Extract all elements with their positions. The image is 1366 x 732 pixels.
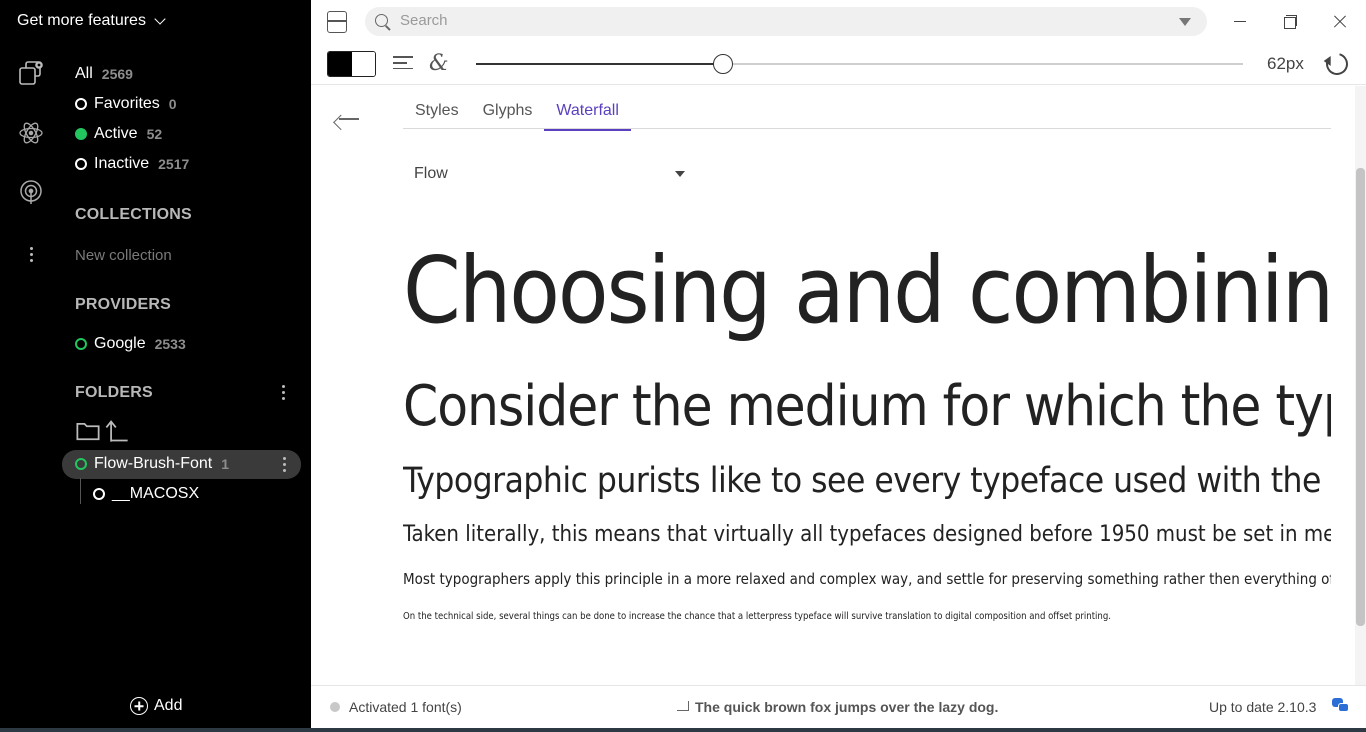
sidebar-item-inactive[interactable]: Inactive 2517 xyxy=(75,155,189,173)
tree-line xyxy=(80,478,81,504)
sidebar-item-active[interactable]: Active 52 xyxy=(75,125,162,143)
library-icon[interactable] xyxy=(18,60,44,86)
font-size-slider[interactable] xyxy=(476,54,1243,74)
tab-styles[interactable]: Styles xyxy=(403,86,471,129)
search-dropdown-icon[interactable] xyxy=(1179,18,1191,26)
ampersand-icon[interactable]: & xyxy=(429,51,449,76)
tab-bar: Styles Glyphs Waterfall xyxy=(403,86,1331,131)
chevron-down-icon xyxy=(675,171,685,177)
activation-status: Activated 1 font(s) xyxy=(349,699,462,715)
status-dot xyxy=(75,128,87,140)
slider-thumb[interactable] xyxy=(712,54,733,74)
collections-heading: COLLECTIONS xyxy=(75,206,192,223)
add-icon xyxy=(130,697,148,715)
sidebar-item-favorites[interactable]: Favorites 0 xyxy=(75,95,177,113)
maximize-icon[interactable] xyxy=(1280,12,1300,32)
dropdown-value: Flow xyxy=(414,165,448,182)
preview-text-label: The quick brown fox jumps over the lazy … xyxy=(695,699,999,715)
status-dot xyxy=(330,702,340,712)
layout-icon[interactable] xyxy=(327,11,347,33)
color-toggle[interactable] xyxy=(327,51,376,77)
sidebar-item-label: Inactive xyxy=(94,155,150,172)
get-more-features-button[interactable]: Get more features xyxy=(17,12,166,30)
more-icon[interactable] xyxy=(21,244,41,264)
color-toggle-dark xyxy=(328,52,352,76)
status-dot xyxy=(75,98,87,110)
main-content: Styles Glyphs Waterfall Flow Choosing an… xyxy=(311,86,1355,685)
sidebar: Get more features All 2569 Favorites 0 A… xyxy=(0,0,311,728)
search-icon xyxy=(375,14,388,27)
sidebar-item-count: 2533 xyxy=(154,336,186,352)
font-style-dropdown[interactable]: Flow xyxy=(403,158,693,186)
version-status: Up to date 2.10.3 xyxy=(1209,699,1317,715)
new-collection-link[interactable]: New collection xyxy=(75,247,172,264)
status-dot xyxy=(75,158,87,170)
get-more-features-label: Get more features xyxy=(17,12,146,29)
folder-icon[interactable] xyxy=(75,418,100,441)
waterfall-line: Consider the medium for which the type i… xyxy=(403,374,1331,439)
enter-icon xyxy=(677,701,689,711)
folder-item-label: Flow-Brush-Font xyxy=(94,455,213,472)
sidebar-item-label: Favorites xyxy=(94,95,160,112)
sidebar-item-label: Active xyxy=(94,125,138,142)
waterfall-line: Most typographers apply this principle i… xyxy=(403,570,1331,588)
sidebar-item-count: 2517 xyxy=(158,156,190,172)
folders-kebab-icon[interactable] xyxy=(273,382,293,402)
status-dot xyxy=(75,458,87,470)
color-toggle-light xyxy=(352,52,375,76)
chevron-down-icon xyxy=(154,13,166,25)
close-icon[interactable] xyxy=(1330,12,1350,32)
status-dot xyxy=(75,338,87,350)
chat-icon[interactable] xyxy=(1332,698,1350,714)
folder-up-icon[interactable] xyxy=(104,418,128,442)
sidebar-item-label: All xyxy=(75,65,93,82)
status-bar: Activated 1 font(s) The quick brown fox … xyxy=(311,685,1366,728)
atom-icon[interactable] xyxy=(18,120,44,146)
sidebar-item-all[interactable]: All 2569 xyxy=(75,65,133,83)
preview-text-button[interactable]: The quick brown fox jumps over the lazy … xyxy=(677,699,998,715)
sidebar-item-count: 0 xyxy=(168,96,177,112)
providers-heading: PROVIDERS xyxy=(75,296,172,313)
sidebar-item-count: 52 xyxy=(146,126,163,142)
search-bar xyxy=(365,7,1207,36)
top-bar xyxy=(311,0,1366,43)
folder-item-macosx[interactable]: __MACOSX xyxy=(93,485,199,503)
sidebar-item-count: 2569 xyxy=(101,66,133,82)
add-button[interactable]: Add xyxy=(130,697,182,715)
reset-icon[interactable] xyxy=(1321,48,1353,80)
sidebar-item-label: Google xyxy=(94,335,146,352)
folders-heading: FOLDERS xyxy=(75,384,153,401)
back-arrow-icon[interactable] xyxy=(337,112,359,126)
folder-item-label: __MACOSX xyxy=(112,485,200,502)
sidebar-item-google[interactable]: Google 2533 xyxy=(75,335,186,353)
folder-kebab-icon[interactable] xyxy=(274,454,294,474)
add-label: Add xyxy=(154,697,183,714)
taskbar-strip xyxy=(0,728,1366,732)
waterfall-line: Typographic purists like to see every ty… xyxy=(403,461,1331,501)
status-dot xyxy=(93,488,105,500)
align-icon[interactable] xyxy=(393,56,413,72)
waterfall-line: On the technical side, several things ca… xyxy=(403,611,1111,622)
search-input[interactable] xyxy=(400,12,1160,29)
tab-waterfall[interactable]: Waterfall xyxy=(544,86,631,131)
folder-item-flow-brush-font[interactable]: Flow-Brush-Font 1 xyxy=(75,455,229,473)
preview-toolbar: & 62px xyxy=(311,43,1366,85)
waterfall-line: Taken literally, this means that virtual… xyxy=(403,522,1331,547)
slider-fill xyxy=(476,63,723,65)
broadcast-icon[interactable] xyxy=(18,180,44,206)
font-size-label: 62px xyxy=(1267,54,1304,73)
scrollbar-thumb[interactable] xyxy=(1356,168,1365,626)
folder-item-count: 1 xyxy=(221,456,230,472)
waterfall-line: Choosing and combining typefaces xyxy=(403,237,1331,344)
minimize-icon[interactable] xyxy=(1230,12,1250,32)
tab-glyphs[interactable]: Glyphs xyxy=(471,86,545,129)
